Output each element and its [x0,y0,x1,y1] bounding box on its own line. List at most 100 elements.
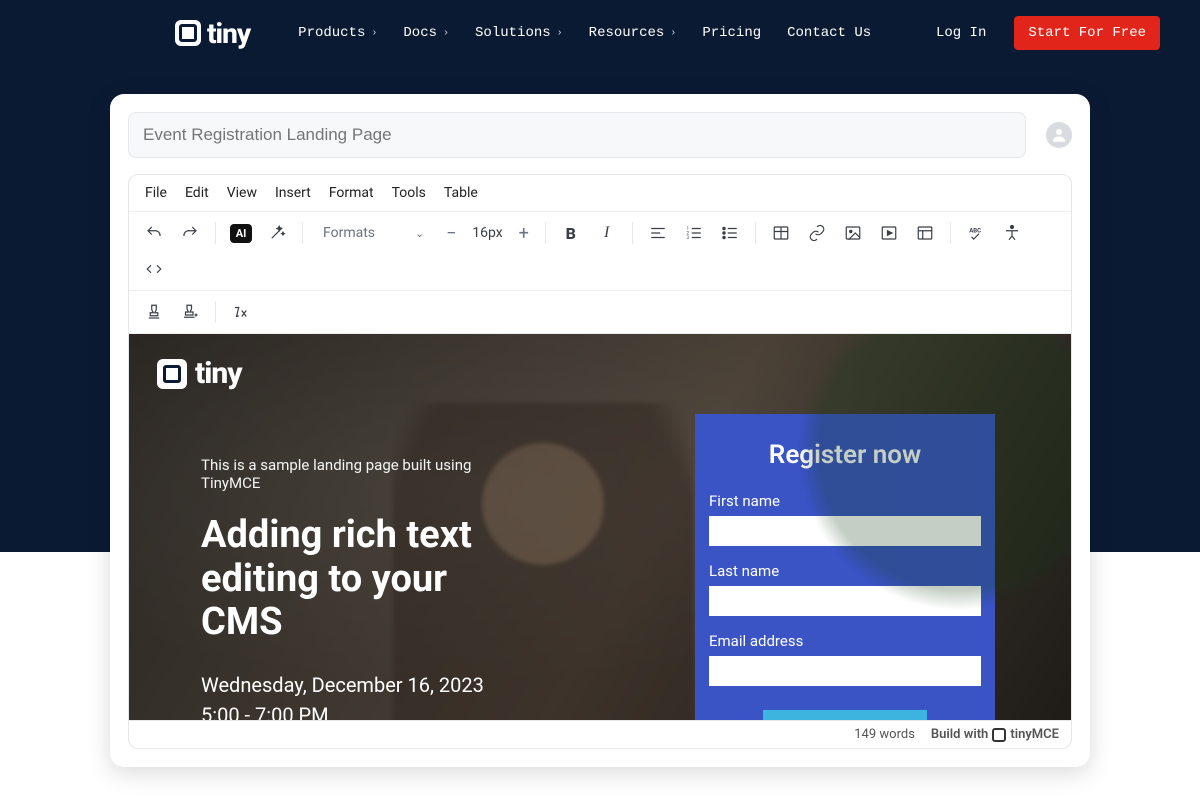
align-button[interactable] [643,218,673,248]
brand-logo[interactable]: tiny [175,17,250,50]
media-icon [880,224,898,242]
menu-table[interactable]: Table [444,185,478,201]
magic-wand-icon [268,224,286,242]
link-icon [808,224,826,242]
form-title: Register now [709,440,981,470]
rich-text-editor: File Edit View Insert Format Tools Table… [128,174,1072,721]
spellcheck-button[interactable]: ABC [961,218,991,248]
first-name-input[interactable] [709,516,981,546]
stamp-add-button[interactable] [175,297,205,327]
link-button[interactable] [802,218,832,248]
font-size-stepper: − 16px + [440,223,534,244]
ai-icon: AI [230,224,252,243]
svg-text:3: 3 [686,235,689,241]
hero-time: 5:00 - 7:00 PM [201,703,531,720]
email-label: Email address [709,632,981,650]
email-input[interactable] [709,656,981,686]
chevron-down-icon: ⌄ [415,227,424,240]
hero-date: Wednesday, December 16, 2023 [201,673,531,697]
equation-button[interactable] [226,297,256,327]
menubar: File Edit View Insert Format Tools Table [129,175,1071,212]
code-button[interactable] [139,254,169,284]
hero-text: This is a sample landing page built usin… [201,456,531,720]
undo-button[interactable] [139,218,169,248]
menu-insert[interactable]: Insert [275,185,311,201]
avatar[interactable] [1046,122,1072,148]
ai-assistant-button[interactable]: AI [226,218,256,248]
first-name-label: First name [709,492,981,510]
template-icon [916,224,934,242]
brand-logo-mark [175,20,201,46]
toolbar-row-2 [129,291,1071,334]
media-button[interactable] [874,218,904,248]
image-icon [844,224,862,242]
start-free-button[interactable]: Start For Free [1014,16,1160,50]
nav-item-resources[interactable]: Resources› [589,25,677,41]
numbered-list-button[interactable]: 123 [679,218,709,248]
bold-icon: B [566,224,576,243]
template-button[interactable] [910,218,940,248]
brand-logo-mark [157,359,187,389]
bullet-list-icon [721,224,739,242]
font-size-increase[interactable]: + [513,223,535,244]
user-icon [1050,126,1068,144]
chevron-right-icon: › [670,28,676,39]
redo-button[interactable] [175,218,205,248]
bullet-list-button[interactable] [715,218,745,248]
menu-tools[interactable]: Tools [392,185,426,201]
code-icon [145,260,163,278]
hero-eyebrow: This is a sample landing page built usin… [201,456,531,492]
status-bar: 149 words Build with tinyMCE [128,721,1072,749]
brand-name: tiny [207,17,250,50]
registration-form: Register now First name Last name Email … [695,414,995,720]
accessibility-icon [1003,224,1021,242]
equation-icon [232,303,250,321]
word-count: 149 words [854,727,915,742]
menu-view[interactable]: View [227,185,257,201]
undo-icon [145,224,163,242]
menu-file[interactable]: File [145,185,167,201]
spellcheck-icon: ABC [967,224,985,242]
align-left-icon [649,224,667,242]
register-button[interactable]: Register [763,710,926,720]
nav-item-products[interactable]: Products› [298,25,377,41]
editor-canvas[interactable]: tiny This is a sample landing page built… [129,334,1071,720]
chevron-right-icon: › [443,28,449,39]
stamp-button[interactable] [139,297,169,327]
powered-by[interactable]: Build with tinyMCE [931,727,1059,742]
table-icon [772,224,790,242]
redo-icon [181,224,199,242]
font-size-decrease[interactable]: − [440,223,462,244]
nav-item-pricing[interactable]: Pricing [702,25,761,41]
svg-text:ABC: ABC [969,227,981,234]
chevron-right-icon: › [371,28,377,39]
stamp-icon [145,303,163,321]
menu-format[interactable]: Format [329,185,374,201]
menu-edit[interactable]: Edit [185,185,209,201]
nav-item-docs[interactable]: Docs› [403,25,449,41]
stamp-add-icon [181,303,199,321]
magic-wand-button[interactable] [262,218,292,248]
italic-icon: I [604,224,609,242]
image-button[interactable] [838,218,868,248]
nav-item-solutions[interactable]: Solutions› [475,25,563,41]
page-title-input[interactable] [128,112,1026,158]
italic-button[interactable]: I [592,218,622,248]
tinymce-logo-mark [992,728,1006,742]
login-link[interactable]: Log In [936,25,986,41]
editor-card: File Edit View Insert Format Tools Table… [110,94,1090,767]
hero-heading: Adding rich text editing to your CMS [201,514,531,645]
nav-item-contact[interactable]: Contact Us [787,25,871,41]
chevron-right-icon: › [557,28,563,39]
last-name-input[interactable] [709,586,981,616]
toolbar-row-1: AI Formats ⌄ − 16px + B I 123 [129,212,1071,291]
bold-button[interactable]: B [556,218,586,248]
formats-dropdown[interactable]: Formats ⌄ [313,221,434,245]
font-size-value[interactable]: 16px [472,225,502,241]
accessibility-button[interactable] [997,218,1027,248]
top-nav: tiny Products› Docs› Solutions› Resource… [0,0,1200,66]
numbered-list-icon: 123 [685,224,703,242]
last-name-label: Last name [709,562,981,580]
table-button[interactable] [766,218,796,248]
content-brand-logo: tiny [157,356,242,391]
